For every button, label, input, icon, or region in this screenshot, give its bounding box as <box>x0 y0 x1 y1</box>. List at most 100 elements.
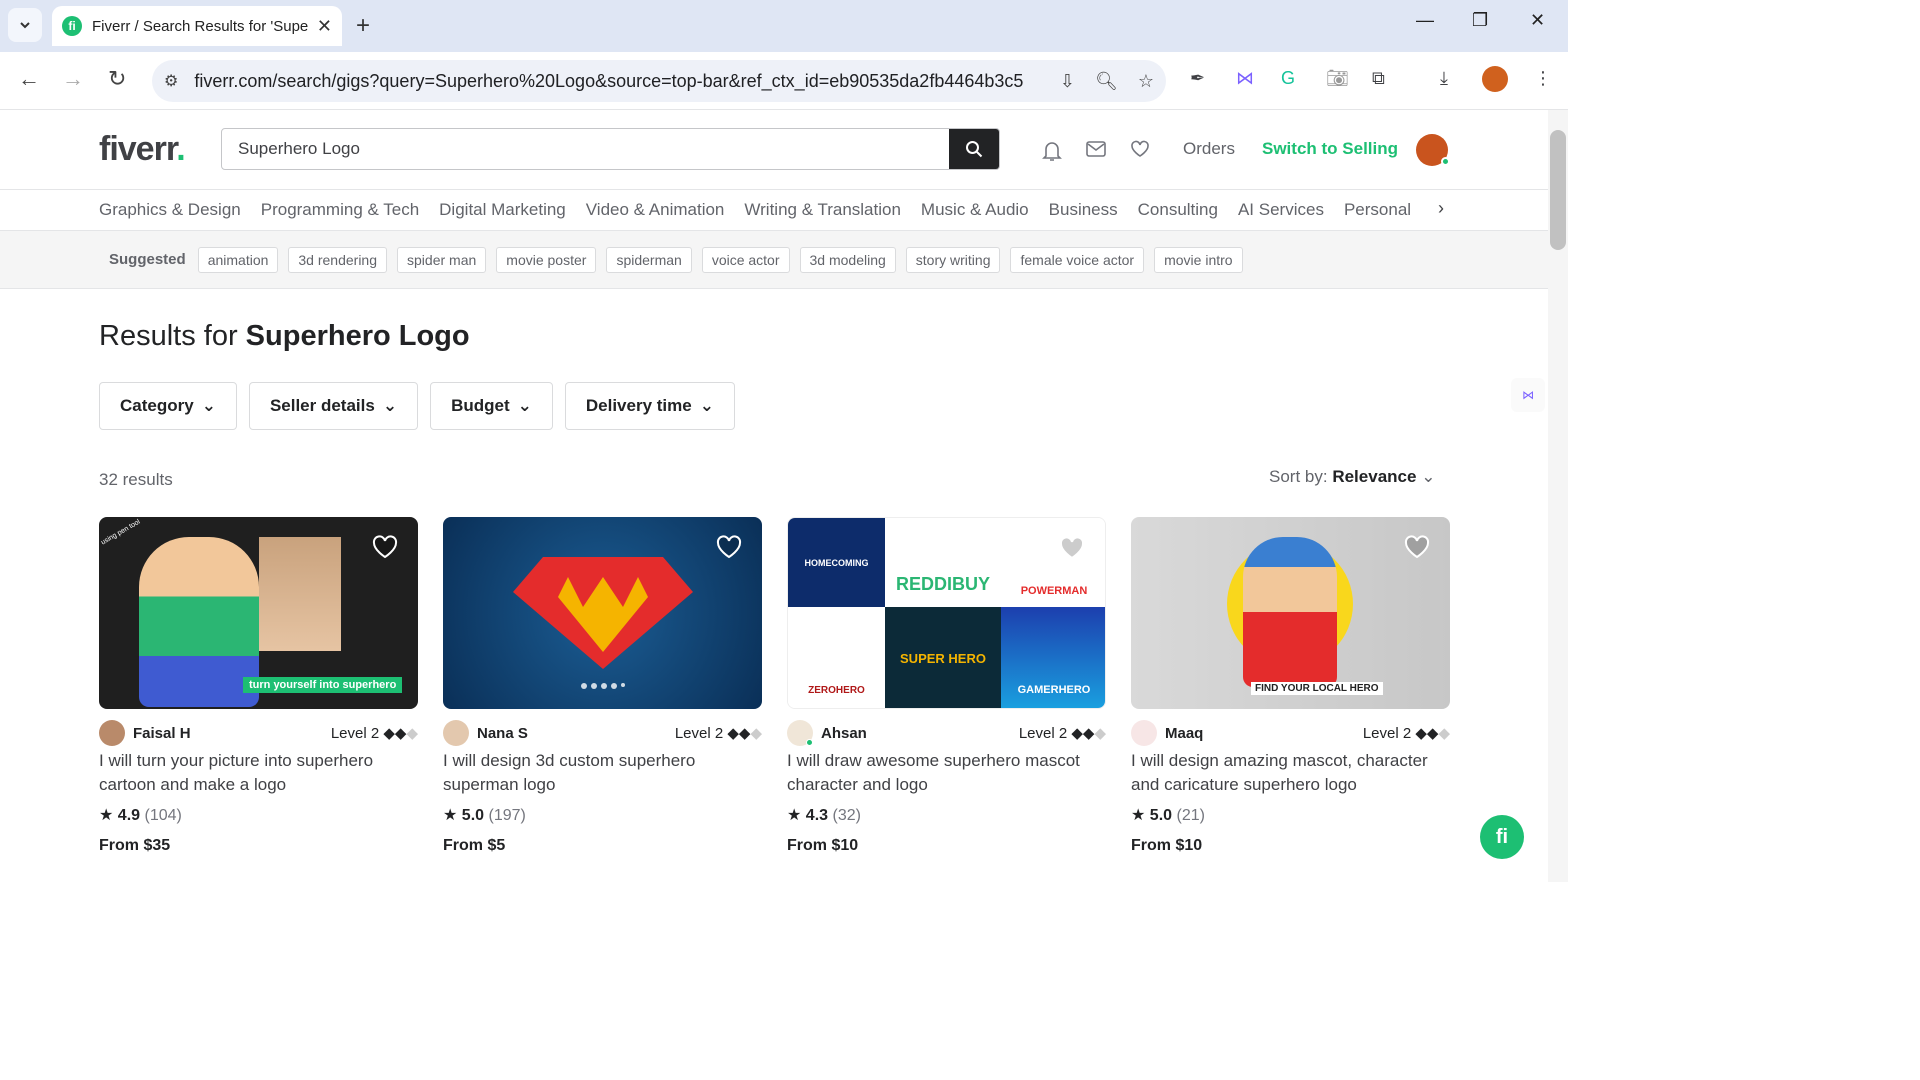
favorite-heart-icon[interactable] <box>716 535 742 559</box>
category-link[interactable]: Music & Audio <box>921 200 1029 220</box>
gig-title[interactable]: I will design amazing mascot, character … <box>1131 749 1450 797</box>
tab-search-button[interactable] <box>8 8 42 42</box>
switch-to-selling-link[interactable]: Switch to Selling <box>1262 139 1398 159</box>
fiverr-chat-button[interactable]: fi <box>1480 815 1524 859</box>
carousel-dots[interactable] <box>580 683 625 689</box>
gig-thumbnail[interactable]: HOMECOMING REDDIBUY POWERMAN ZEROHERO SU… <box>787 517 1106 709</box>
seller-avatar[interactable] <box>787 720 813 746</box>
reload-icon[interactable]: ↻ <box>108 66 126 92</box>
gig-thumbnail[interactable]: turn yourself into superhero using pen t… <box>99 517 418 709</box>
gig-thumbnail[interactable] <box>443 517 762 709</box>
chevron-down-icon: ⌄ <box>1421 467 1436 486</box>
user-avatar[interactable] <box>1416 134 1450 166</box>
fiverr-logo[interactable]: fiverr. <box>99 130 186 169</box>
level-text: Level 2 <box>1018 725 1068 742</box>
side-panel-extension-icon[interactable]: ⋈ <box>1511 378 1545 412</box>
menu-kebab-icon[interactable]: ⋮ <box>1534 68 1552 89</box>
site-info-icon[interactable]: ⚙ <box>164 71 178 91</box>
favorite-heart-icon[interactable] <box>372 535 398 559</box>
restore-icon[interactable]: ❐ <box>1472 10 1488 31</box>
category-link[interactable]: Writing & Translation <box>744 200 901 220</box>
seller-name[interactable]: Faisal H <box>133 725 191 742</box>
level-text: Level 2 <box>1362 725 1412 742</box>
gig-title[interactable]: I will design 3d custom superhero superm… <box>443 749 762 797</box>
eyedropper-extension-icon[interactable]: ✒ <box>1190 68 1205 89</box>
suggested-chip[interactable]: 3d modeling <box>799 246 896 273</box>
seller-details-filter-button[interactable]: Seller details ⌄ <box>248 382 419 430</box>
search-button[interactable] <box>949 129 999 169</box>
category-link[interactable]: Graphics & Design <box>99 200 241 220</box>
close-window-icon[interactable]: ✕ <box>1530 10 1545 31</box>
category-filter-button[interactable]: Category ⌄ <box>99 382 237 430</box>
gig-price[interactable]: From $35 <box>99 837 418 855</box>
camera-icon[interactable]: 📷︎ <box>1326 68 1349 89</box>
page-scrollbar[interactable] <box>1548 110 1568 882</box>
notifications-bell-icon[interactable] <box>1042 140 1062 168</box>
suggested-chip[interactable]: 3d rendering <box>288 246 388 273</box>
delivery-time-filter-button[interactable]: Delivery time ⌄ <box>564 382 735 430</box>
gig-title[interactable]: I will draw awesome superhero mascot cha… <box>787 749 1106 797</box>
gig-card[interactable]: turn yourself into superhero using pen t… <box>99 517 418 855</box>
suggested-chip[interactable]: spider man <box>397 246 487 273</box>
gig-price[interactable]: From $5 <box>443 837 762 855</box>
budget-filter-button[interactable]: Budget ⌄ <box>430 382 553 430</box>
filter-bar: Category ⌄ Seller details ⌄ Budget ⌄ Delive… <box>99 382 735 430</box>
category-link[interactable]: Digital Marketing <box>439 200 566 220</box>
gig-title[interactable]: I will turn your picture into superhero … <box>99 749 418 797</box>
gig-card[interactable]: Nana S Level 2 ◆◆◆ I will design 3d cust… <box>443 517 762 855</box>
suggested-chip[interactable]: movie intro <box>1154 246 1243 273</box>
url-text[interactable]: fiverr.com/search/gigs?query=Superhero%2… <box>194 71 1024 92</box>
bookmark-star-icon[interactable]: ☆ <box>1138 71 1154 92</box>
sort-dropdown[interactable]: Sort by: Relevance ⌄ <box>1269 467 1435 487</box>
downloads-icon[interactable]: ⤓ <box>1440 68 1448 89</box>
suggested-chip[interactable]: animation <box>197 246 279 273</box>
extensions-puzzle-icon[interactable]: ⧉ <box>1372 68 1385 89</box>
cartoon-figure <box>139 537 259 707</box>
seller-name[interactable]: Nana S <box>477 725 528 742</box>
seller-name[interactable]: Ahsan <box>821 725 867 742</box>
gig-price[interactable]: From $10 <box>787 837 1106 855</box>
suggested-chip[interactable]: movie poster <box>496 246 597 273</box>
seller-avatar[interactable] <box>1131 720 1157 746</box>
category-link[interactable]: AI Services <box>1238 200 1324 220</box>
seller-avatar[interactable] <box>443 720 469 746</box>
category-scroll-right-icon[interactable]: › <box>1438 198 1444 219</box>
orders-link[interactable]: Orders <box>1183 139 1235 159</box>
favorite-heart-icon[interactable] <box>1404 535 1430 559</box>
grammarly-icon[interactable]: G <box>1281 68 1295 89</box>
search-input[interactable] <box>222 129 949 169</box>
gig-thumbnail[interactable]: FIND YOUR LOCAL HERO <box>1131 517 1450 709</box>
zoom-icon[interactable]: 🔍︎ <box>1095 71 1118 92</box>
star-icon: ★ <box>443 807 458 824</box>
browser-tab[interactable]: fi Fiverr / Search Results for 'Supe ✕ <box>52 6 342 46</box>
seller-avatar[interactable] <box>99 720 125 746</box>
suggested-chip[interactable]: female voice actor <box>1010 246 1145 273</box>
category-link[interactable]: Personal <box>1344 200 1411 220</box>
gig-price[interactable]: From $10 <box>1131 837 1450 855</box>
gig-card[interactable]: HOMECOMING REDDIBUY POWERMAN ZEROHERO SU… <box>787 517 1106 855</box>
messages-mail-icon[interactable] <box>1086 140 1106 164</box>
category-link[interactable]: Programming & Tech <box>261 200 419 220</box>
favorite-heart-icon[interactable] <box>1059 536 1085 560</box>
suggested-chip[interactable]: spiderman <box>606 246 692 273</box>
minimize-icon[interactable]: — <box>1416 10 1434 31</box>
forward-icon[interactable]: → <box>62 66 84 92</box>
profile-avatar-icon[interactable] <box>1482 66 1508 92</box>
back-icon[interactable]: ← <box>18 66 40 92</box>
category-link[interactable]: Video & Animation <box>586 200 725 220</box>
gig-card[interactable]: FIND YOUR LOCAL HERO Maaq Level 2 ◆◆◆ I … <box>1131 517 1450 855</box>
scrollbar-thumb[interactable] <box>1550 130 1566 250</box>
review-count: (104) <box>144 807 182 824</box>
seller-name[interactable]: Maaq <box>1165 725 1203 742</box>
close-tab-icon[interactable]: ✕ <box>317 16 332 37</box>
address-bar[interactable]: ⚙ fiverr.com/search/gigs?query=Superhero… <box>152 60 1166 102</box>
extension-icon[interactable]: ⋈ <box>1236 68 1254 89</box>
favorites-heart-icon[interactable] <box>1130 140 1150 164</box>
rating-value: 4.3 <box>805 807 829 824</box>
install-app-icon[interactable]: ⇩ <box>1060 71 1075 92</box>
category-link[interactable]: Business <box>1049 200 1118 220</box>
suggested-chip[interactable]: story writing <box>905 246 1001 273</box>
suggested-chip[interactable]: voice actor <box>701 246 790 273</box>
new-tab-icon[interactable]: + <box>356 12 370 40</box>
category-link[interactable]: Consulting <box>1138 200 1218 220</box>
